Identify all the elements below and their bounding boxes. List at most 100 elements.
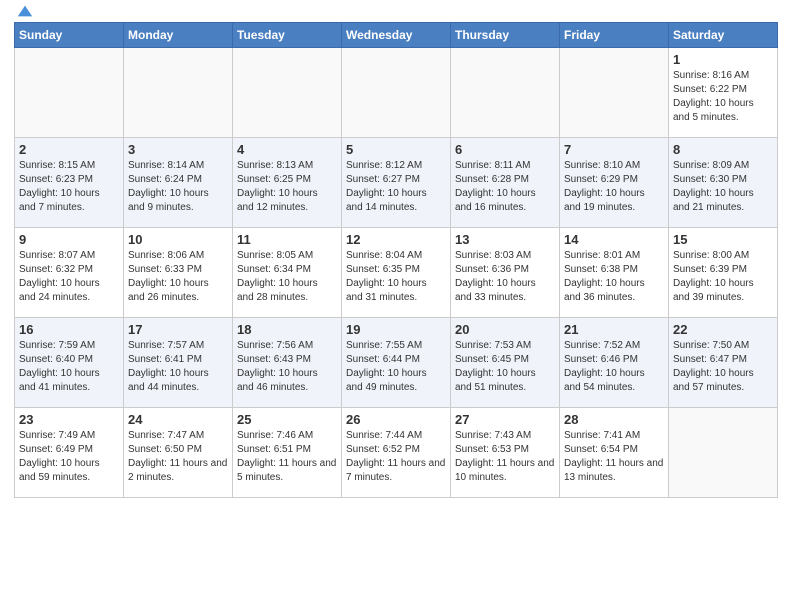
day-info: Sunrise: 7:44 AM Sunset: 6:52 PM Dayligh… [346,429,446,485]
day-info: Sunrise: 8:04 AM Sunset: 6:35 PM Dayligh… [346,249,446,305]
calendar-cell-week3-day5: 13 Sunrise: 8:03 AM Sunset: 6:36 PM Dayli… [451,228,560,318]
day-info: Sunrise: 7:43 AM Sunset: 6:53 PM Dayligh… [455,429,555,485]
calendar-cell-week2-day2: 3 Sunrise: 8:14 AM Sunset: 6:24 PM Daylig… [124,138,233,228]
col-header-saturday: Saturday [669,23,778,48]
calendar-cell-week3-day3: 11 Sunrise: 8:05 AM Sunset: 6:34 PM Dayli… [233,228,342,318]
day-number: 3 [128,142,228,157]
day-info: Sunrise: 8:11 AM Sunset: 6:28 PM Dayligh… [455,159,555,215]
calendar-table: SundayMondayTuesdayWednesdayThursdayFrid… [14,22,778,498]
calendar-row-week-3: 9 Sunrise: 8:07 AM Sunset: 6:32 PM Daylig… [15,228,778,318]
day-number: 23 [19,412,119,427]
calendar-cell-week5-day7 [669,408,778,498]
col-header-thursday: Thursday [451,23,560,48]
calendar-row-week-1: 1 Sunrise: 8:16 AM Sunset: 6:22 PM Daylig… [15,48,778,138]
day-info: Sunrise: 8:16 AM Sunset: 6:22 PM Dayligh… [673,69,773,125]
day-number: 11 [237,232,337,247]
calendar-cell-week2-day4: 5 Sunrise: 8:12 AM Sunset: 6:27 PM Daylig… [342,138,451,228]
day-info: Sunrise: 8:05 AM Sunset: 6:34 PM Dayligh… [237,249,337,305]
day-info: Sunrise: 7:56 AM Sunset: 6:43 PM Dayligh… [237,339,337,395]
day-number: 16 [19,322,119,337]
calendar-cell-week3-day4: 12 Sunrise: 8:04 AM Sunset: 6:35 PM Dayli… [342,228,451,318]
calendar-cell-week3-day7: 15Sunrise: 8:00 AM Sunset: 6:39 PM Dayli… [669,228,778,318]
col-header-monday: Monday [124,23,233,48]
day-number: 9 [19,232,119,247]
calendar-cell-week2-day1: 2 Sunrise: 8:15 AM Sunset: 6:23 PM Daylig… [15,138,124,228]
calendar-cell-week2-day5: 6 Sunrise: 8:11 AM Sunset: 6:28 PM Daylig… [451,138,560,228]
calendar-cell-week5-day2: 24 Sunrise: 7:47 AM Sunset: 6:50 PM Dayli… [124,408,233,498]
calendar-cell-week4-day2: 17 Sunrise: 7:57 AM Sunset: 6:41 PM Dayli… [124,318,233,408]
calendar-cell-week4-day3: 18 Sunrise: 7:56 AM Sunset: 6:43 PM Dayli… [233,318,342,408]
day-number: 5 [346,142,446,157]
day-number: 6 [455,142,555,157]
calendar-cell-week5-day6: 28 Sunrise: 7:41 AM Sunset: 6:54 PM Dayli… [560,408,669,498]
day-number: 2 [19,142,119,157]
calendar-row-week-4: 16 Sunrise: 7:59 AM Sunset: 6:40 PM Dayli… [15,318,778,408]
day-info: Sunrise: 8:00 AM Sunset: 6:39 PM Dayligh… [673,249,773,305]
day-number: 1 [673,52,773,67]
day-number: 19 [346,322,446,337]
day-info: Sunrise: 7:55 AM Sunset: 6:44 PM Dayligh… [346,339,446,395]
day-info: Sunrise: 7:52 AM Sunset: 6:46 PM Dayligh… [564,339,664,395]
calendar-cell-week2-day7: 8Sunrise: 8:09 AM Sunset: 6:30 PM Daylig… [669,138,778,228]
logo [14,10,34,16]
day-info: Sunrise: 7:53 AM Sunset: 6:45 PM Dayligh… [455,339,555,395]
day-number: 10 [128,232,228,247]
day-info: Sunrise: 8:07 AM Sunset: 6:32 PM Dayligh… [19,249,119,305]
calendar-cell-week2-day3: 4Sunrise: 8:13 AM Sunset: 6:25 PM Daylig… [233,138,342,228]
day-info: Sunrise: 8:06 AM Sunset: 6:33 PM Dayligh… [128,249,228,305]
day-info: Sunrise: 8:12 AM Sunset: 6:27 PM Dayligh… [346,159,446,215]
day-number: 8 [673,142,773,157]
calendar-cell-week5-day3: 25 Sunrise: 7:46 AM Sunset: 6:51 PM Dayli… [233,408,342,498]
day-info: Sunrise: 8:14 AM Sunset: 6:24 PM Dayligh… [128,159,228,215]
day-info: Sunrise: 7:59 AM Sunset: 6:40 PM Dayligh… [19,339,119,395]
day-info: Sunrise: 7:46 AM Sunset: 6:51 PM Dayligh… [237,429,337,485]
calendar-cell-week5-day5: 27 Sunrise: 7:43 AM Sunset: 6:53 PM Dayli… [451,408,560,498]
calendar-cell-week3-day1: 9 Sunrise: 8:07 AM Sunset: 6:32 PM Daylig… [15,228,124,318]
calendar-cell-week1-day5 [451,48,560,138]
day-info: Sunrise: 8:10 AM Sunset: 6:29 PM Dayligh… [564,159,664,215]
day-info: Sunrise: 8:03 AM Sunset: 6:36 PM Dayligh… [455,249,555,305]
day-info: Sunrise: 7:47 AM Sunset: 6:50 PM Dayligh… [128,429,228,485]
calendar-cell-week3-day6: 14Sunrise: 8:01 AM Sunset: 6:38 PM Dayli… [560,228,669,318]
calendar-cell-week1-day1 [15,48,124,138]
header [14,10,778,16]
day-number: 20 [455,322,555,337]
col-header-friday: Friday [560,23,669,48]
day-number: 28 [564,412,664,427]
calendar-header-row: SundayMondayTuesdayWednesdayThursdayFrid… [15,23,778,48]
day-number: 13 [455,232,555,247]
calendar-cell-week2-day6: 7 Sunrise: 8:10 AM Sunset: 6:29 PM Daylig… [560,138,669,228]
logo-icon [16,2,34,20]
day-info: Sunrise: 7:57 AM Sunset: 6:41 PM Dayligh… [128,339,228,395]
col-header-wednesday: Wednesday [342,23,451,48]
calendar-cell-week4-day7: 22Sunrise: 7:50 AM Sunset: 6:47 PM Dayli… [669,318,778,408]
page: SundayMondayTuesdayWednesdayThursdayFrid… [0,0,792,512]
calendar-cell-week5-day1: 23 Sunrise: 7:49 AM Sunset: 6:49 PM Dayli… [15,408,124,498]
calendar-row-week-5: 23 Sunrise: 7:49 AM Sunset: 6:49 PM Dayli… [15,408,778,498]
day-number: 27 [455,412,555,427]
day-number: 7 [564,142,664,157]
day-info: Sunrise: 7:41 AM Sunset: 6:54 PM Dayligh… [564,429,664,485]
day-info: Sunrise: 7:49 AM Sunset: 6:49 PM Dayligh… [19,429,119,485]
day-info: Sunrise: 8:15 AM Sunset: 6:23 PM Dayligh… [19,159,119,215]
col-header-sunday: Sunday [15,23,124,48]
calendar-cell-week4-day5: 20 Sunrise: 7:53 AM Sunset: 6:45 PM Dayli… [451,318,560,408]
day-info: Sunrise: 8:13 AM Sunset: 6:25 PM Dayligh… [237,159,337,215]
day-number: 21 [564,322,664,337]
day-number: 26 [346,412,446,427]
calendar-cell-week5-day4: 26 Sunrise: 7:44 AM Sunset: 6:52 PM Dayli… [342,408,451,498]
calendar-cell-week1-day2 [124,48,233,138]
calendar-cell-week1-day7: 1 Sunrise: 8:16 AM Sunset: 6:22 PM Daylig… [669,48,778,138]
day-number: 17 [128,322,228,337]
day-number: 25 [237,412,337,427]
calendar-cell-week4-day6: 21 Sunrise: 7:52 AM Sunset: 6:46 PM Dayli… [560,318,669,408]
day-number: 24 [128,412,228,427]
day-number: 12 [346,232,446,247]
calendar-cell-week4-day4: 19 Sunrise: 7:55 AM Sunset: 6:44 PM Dayli… [342,318,451,408]
day-info: Sunrise: 8:01 AM Sunset: 6:38 PM Dayligh… [564,249,664,305]
calendar-cell-week3-day2: 10 Sunrise: 8:06 AM Sunset: 6:33 PM Dayli… [124,228,233,318]
calendar-cell-week1-day3 [233,48,342,138]
day-info: Sunrise: 7:50 AM Sunset: 6:47 PM Dayligh… [673,339,773,395]
day-number: 18 [237,322,337,337]
calendar-cell-week1-day6 [560,48,669,138]
